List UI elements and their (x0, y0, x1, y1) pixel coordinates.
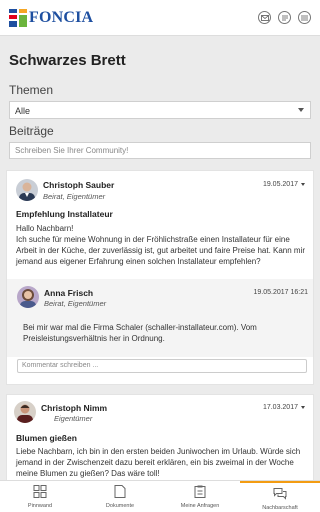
post-date[interactable]: 17.03.2017 (263, 404, 305, 411)
community-post-input[interactable]: Schreiben Sie Ihrer Community! (9, 142, 311, 159)
post-card: Christoph Nimm Eigentümer 17.03.2017 Blu… (6, 394, 314, 486)
tab-nachbarschaft[interactable]: Nachbarschaft (240, 481, 320, 512)
avatar[interactable] (17, 286, 39, 308)
chat-bubbles-icon (273, 488, 287, 500)
tab-dokumente[interactable]: Dokumente (80, 481, 160, 512)
logo-mark-icon (9, 9, 27, 27)
bottom-tab-bar: Pinnwand Dokumente Meine Anfragen Nachba… (0, 480, 320, 512)
reply-body: Bei mir war mal die Firma Schaler (schal… (23, 323, 257, 343)
post-title: Blumen gießen (16, 433, 77, 443)
reply: Anna Frisch Beirat, Eigentümer 19.05.201… (7, 279, 313, 357)
tab-label: Dokumente (105, 503, 135, 509)
foncia-logo[interactable]: FONCIA (9, 8, 93, 28)
post-date-text: 19.05.2017 (262, 181, 298, 188)
document-icon (114, 485, 126, 498)
page-title: Schwarzes Brett (9, 52, 126, 69)
post-body: Liebe Nachbarn, ich bin in den ersten be… (16, 447, 301, 478)
avatar[interactable] (14, 401, 36, 423)
menu-icon[interactable] (298, 11, 311, 24)
app-header: FONCIA (0, 0, 320, 36)
themen-select[interactable]: Alle (9, 101, 311, 119)
post-author-role: Eigentümer (54, 414, 93, 423)
post-date[interactable]: 19.05.2017 (263, 181, 305, 188)
themen-selected-value: Alle (15, 106, 31, 116)
reply-author[interactable]: Anna Frisch (44, 288, 93, 298)
chevron-down-icon (301, 405, 305, 409)
post-author-role: Beirat, Eigentümer (43, 192, 106, 201)
tab-meine-anfragen[interactable]: Meine Anfragen (160, 481, 240, 512)
beitraege-label: Beiträge (9, 124, 54, 138)
themen-label: Themen (9, 83, 54, 97)
grid-icon (33, 485, 47, 498)
chevron-down-icon (301, 182, 305, 186)
mail-icon[interactable] (258, 11, 271, 24)
tab-pinnwand[interactable]: Pinnwand (0, 481, 80, 512)
tab-label: Nachbarschaft (262, 505, 298, 511)
post-card: Christoph Sauber Beirat, Eigentümer 19.0… (6, 170, 314, 385)
post-body: Hallo Nachbarn! Ich suche für meine Wohn… (16, 224, 306, 266)
clipboard-icon (194, 485, 206, 498)
tab-label: Pinnwand (27, 503, 53, 509)
comment-input[interactable]: Kommentar schreiben ... (17, 359, 307, 373)
post-title: Empfehlung Installateur (16, 209, 113, 219)
avatar[interactable] (16, 179, 38, 201)
tab-label: Meine Anfragen (180, 503, 220, 509)
reply-date: 19.05.2017 16:21 (253, 289, 309, 296)
chevron-down-icon (298, 108, 304, 112)
chat-icon[interactable] (278, 11, 291, 24)
post-date-text: 17.03.2017 (262, 404, 298, 411)
post-author[interactable]: Christoph Sauber (43, 180, 114, 190)
reply-author-role: Beirat, Eigentümer (44, 299, 107, 308)
post-author[interactable]: Christoph Nimm (41, 403, 107, 413)
logo-text: FONCIA (29, 9, 94, 26)
